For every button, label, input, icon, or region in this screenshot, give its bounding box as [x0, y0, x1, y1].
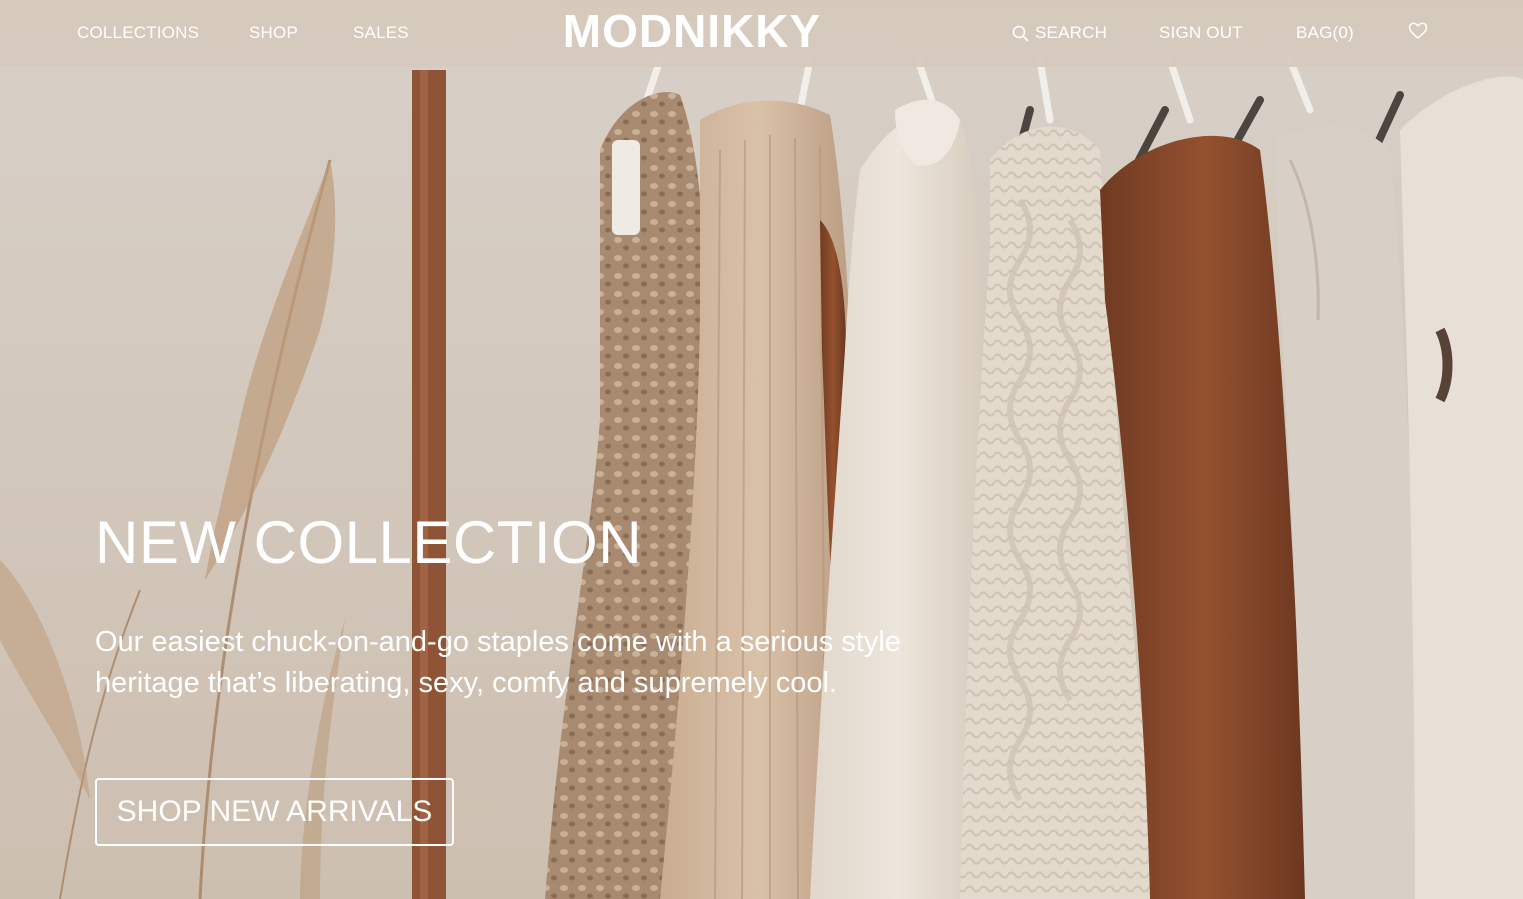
shop-new-arrivals-button[interactable]: SHOP NEW ARRIVALS: [95, 778, 454, 846]
site-header: COLLECTIONS SHOP SALES MODNIKKY SEARCH S…: [0, 0, 1523, 67]
hero-title: NEW COLLECTION: [95, 509, 643, 576]
nav-sales-link[interactable]: SALES: [353, 22, 409, 44]
bag-link[interactable]: BAG(0): [1296, 22, 1354, 44]
search-icon: [1012, 25, 1029, 41]
clothing-rack-illustration: [0, 0, 1523, 899]
nav-collections-link[interactable]: COLLECTIONS: [77, 22, 199, 44]
hero-description: Our easiest chuck-on-and-go staples come…: [95, 626, 901, 699]
search-link[interactable]: SEARCH: [1012, 22, 1107, 44]
sign-out-link[interactable]: SIGN OUT: [1159, 22, 1243, 44]
heart-icon[interactable]: [1408, 21, 1428, 41]
hero-background-image: [0, 0, 1523, 899]
nav-shop-link[interactable]: SHOP: [249, 22, 298, 44]
site-logo[interactable]: MODNIKKY: [522, 6, 862, 56]
search-label: SEARCH: [1035, 23, 1108, 42]
